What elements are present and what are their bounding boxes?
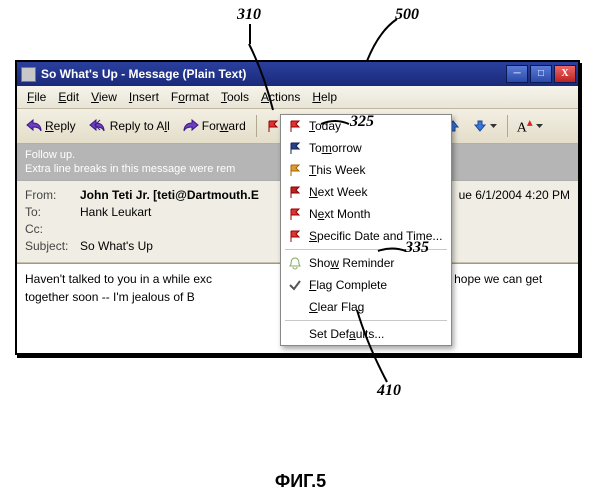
forward-icon [183, 119, 199, 133]
flag-menu: Today Tomorrow This Week Next Week Next … [280, 114, 452, 346]
menu-insert-label: nsert [132, 90, 159, 104]
bell-icon [285, 255, 305, 271]
reply-all-button[interactable]: Reply to All [83, 115, 176, 137]
flag-icon [266, 119, 280, 133]
menu-next-month-label: Next Month [309, 207, 370, 221]
menu-next-week[interactable]: Next Week [281, 181, 451, 203]
arrow-down-icon [473, 119, 487, 133]
flag-next-week-icon [285, 184, 305, 200]
subject-label: Subject: [25, 239, 80, 253]
message-window: So What's Up - Message (Plain Text) ─ □ … [15, 60, 580, 355]
check-icon [285, 277, 305, 293]
menu-flag-complete[interactable]: Flag Complete [281, 274, 451, 296]
minimize-button[interactable]: ─ [506, 65, 528, 83]
menu-insert[interactable]: Insert [123, 88, 165, 106]
menu-format-label: rmat [185, 90, 209, 104]
menu-clear-flag-label: Clear Flag [309, 300, 364, 314]
separator [256, 115, 257, 137]
reply-all-label: Reply to All [110, 119, 170, 133]
dropdown-arrow-icon [490, 119, 497, 133]
font-size-icon: A▴ [517, 115, 533, 137]
font-size-button[interactable]: A▴ [511, 111, 549, 141]
maximize-button[interactable]: □ [530, 65, 552, 83]
menu-actions[interactable]: Actions [255, 88, 306, 106]
mail-icon [21, 67, 36, 82]
menu-format[interactable]: Format [165, 88, 215, 106]
from-label: From: [25, 188, 80, 202]
flag-next-month-icon [285, 206, 305, 222]
flag-this-week-icon [285, 162, 305, 178]
menu-this-week[interactable]: This Week [281, 159, 451, 181]
callout-500: 500 [395, 6, 419, 24]
menu-edit[interactable]: Edit [52, 88, 85, 106]
menu-today[interactable]: Today [281, 115, 451, 137]
reply-label: Reply [45, 119, 76, 133]
menu-view-label: iew [99, 90, 117, 104]
separator [507, 115, 508, 137]
figure-label: ФИГ.5 [0, 471, 601, 492]
next-button[interactable] [467, 115, 503, 137]
menubar: File Edit View Insert Format Tools Actio… [17, 86, 578, 109]
menu-help-label: elp [321, 90, 337, 104]
reply-all-icon [89, 119, 107, 133]
menu-show-reminder-label: Show Reminder [309, 256, 394, 270]
menu-tools-label: ools [227, 90, 249, 104]
reply-button[interactable]: Reply [20, 115, 82, 137]
menu-set-defaults[interactable]: Set Defaults... [281, 323, 451, 345]
menu-specific-label: Specific Date and Time... [309, 229, 442, 243]
menu-actions-label: ctions [269, 90, 300, 104]
menu-next-month[interactable]: Next Month [281, 203, 451, 225]
callout-310: 310 [237, 6, 261, 24]
to-label: To: [25, 205, 80, 219]
menu-separator [285, 249, 447, 250]
close-button[interactable]: X [554, 65, 576, 83]
menu-separator [285, 320, 447, 321]
callout-410: 410 [377, 382, 401, 400]
flag-today-icon [285, 118, 305, 134]
menu-specific[interactable]: Specific Date and Time... [281, 225, 451, 247]
menu-edit-label: dit [66, 90, 79, 104]
menu-view[interactable]: View [85, 88, 123, 106]
blank-icon [285, 326, 305, 342]
flag-specific-icon [285, 228, 305, 244]
menu-tomorrow[interactable]: Tomorrow [281, 137, 451, 159]
menu-file[interactable]: File [21, 88, 52, 106]
menu-tomorrow-label: Tomorrow [309, 141, 362, 155]
menu-help[interactable]: Help [306, 88, 343, 106]
menu-file-label: ile [34, 90, 46, 104]
menu-flag-complete-label: Flag Complete [309, 278, 387, 292]
body-pt1: Haven't talked to you in a while exc [25, 272, 212, 286]
titlebar: So What's Up - Message (Plain Text) ─ □ … [17, 62, 578, 86]
date-value: ue 6/1/2004 4:20 PM [459, 188, 570, 202]
menu-clear-flag[interactable]: Clear Flag [281, 296, 451, 318]
forward-button[interactable]: Forward [177, 115, 252, 137]
menu-tools[interactable]: Tools [215, 88, 255, 106]
dropdown-arrow-icon [536, 119, 543, 133]
window-title: So What's Up - Message (Plain Text) [41, 67, 246, 81]
menu-show-reminder[interactable]: Show Reminder [281, 252, 451, 274]
blank-icon [285, 299, 305, 315]
forward-label: Forward [202, 119, 246, 133]
cc-label: Cc: [25, 222, 80, 236]
reply-icon [26, 119, 42, 133]
menu-next-week-label: Next Week [309, 185, 367, 199]
menu-set-defaults-label: Set Defaults... [309, 327, 384, 341]
flag-tomorrow-icon [285, 140, 305, 156]
menu-today-label: Today [309, 119, 341, 133]
menu-this-week-label: This Week [309, 163, 365, 177]
